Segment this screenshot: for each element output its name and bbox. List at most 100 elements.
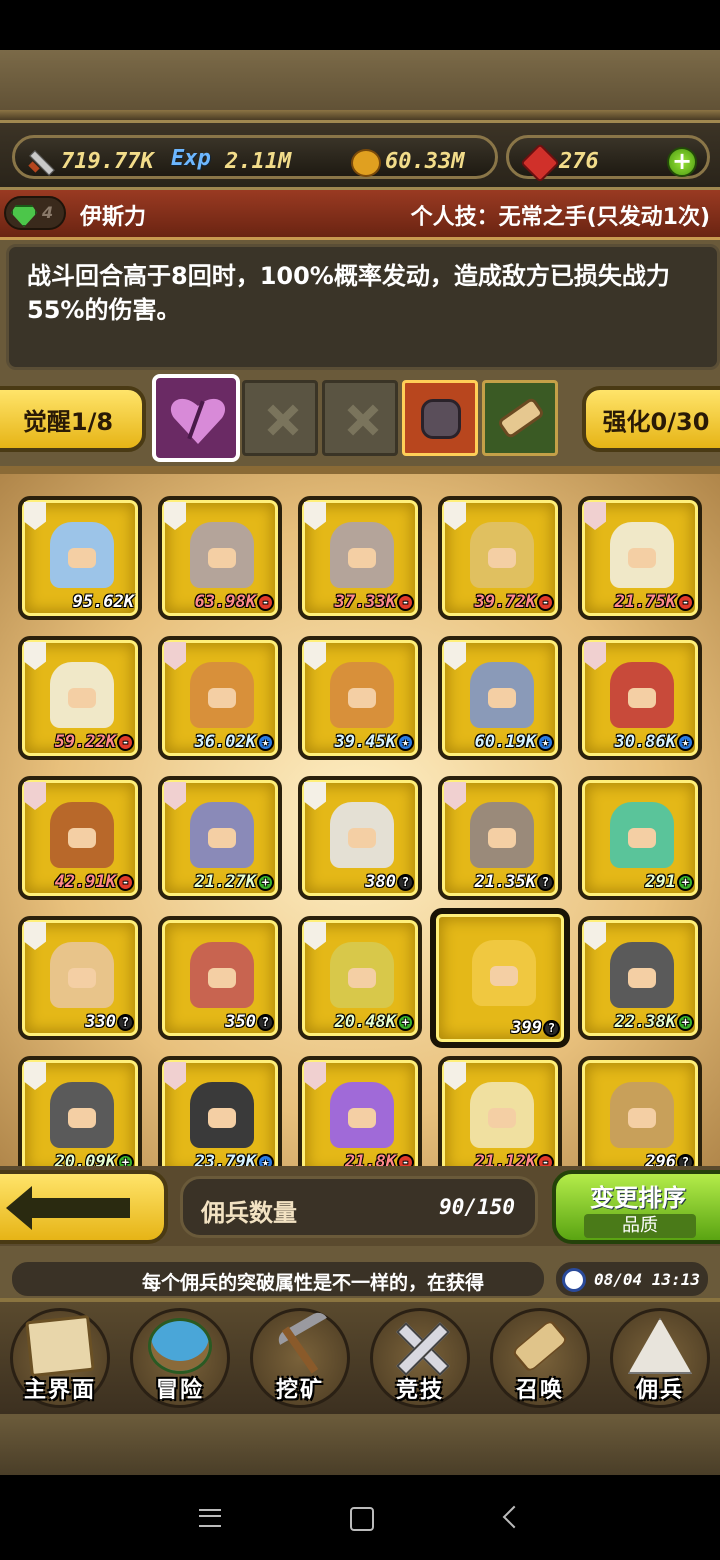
hero-card[interactable]: 42.91K - bbox=[18, 776, 142, 900]
hero-power: 37.33K - bbox=[335, 592, 414, 612]
hero-card[interactable]: 22.38K + bbox=[578, 916, 702, 1040]
paper-tag-icon bbox=[24, 642, 46, 670]
home-icon[interactable] bbox=[346, 1503, 376, 1533]
hero-portrait bbox=[330, 1082, 394, 1148]
hero-card[interactable]: 95.62K bbox=[18, 496, 142, 620]
hero-power: 36.02K ★ bbox=[195, 732, 274, 752]
hero-portrait bbox=[190, 662, 254, 728]
nav-main[interactable]: 主界面 bbox=[0, 1304, 120, 1412]
change-sort-button[interactable]: 变更排序 品质 bbox=[552, 1170, 720, 1244]
hero-portrait bbox=[470, 1082, 534, 1148]
hero-power-value: 39.45K bbox=[334, 732, 396, 752]
sort-title: 变更排序 bbox=[590, 1184, 686, 1212]
hero-element-badge: ? bbox=[397, 873, 414, 891]
hero-level: 4 bbox=[42, 203, 54, 222]
locked-slot-1[interactable] bbox=[242, 380, 318, 456]
hero-power: 22.38K + bbox=[615, 1012, 694, 1032]
gold-coin-icon bbox=[349, 146, 381, 177]
sword-tag-icon bbox=[584, 502, 606, 530]
hero-card[interactable]: 21.27K + bbox=[158, 776, 282, 900]
paper-tag-icon bbox=[584, 922, 606, 950]
hero-card[interactable]: 39.45K ★ bbox=[298, 636, 422, 760]
back-button[interactable] bbox=[0, 1170, 168, 1244]
exp-value: 2.11M bbox=[225, 148, 292, 174]
hero-portrait bbox=[330, 942, 394, 1008]
hero-card[interactable]: 23.79K ★ bbox=[158, 1056, 282, 1180]
hero-power: 350? bbox=[225, 1012, 274, 1032]
enhance-button[interactable]: 强化0/30 bbox=[582, 386, 720, 452]
exp-icon: Exp bbox=[171, 146, 211, 171]
broken-heart-slot[interactable] bbox=[152, 374, 240, 462]
hero-element-badge: + bbox=[397, 1013, 414, 1031]
hero-power: 291 + bbox=[645, 872, 694, 892]
locked-slot-2[interactable] bbox=[322, 380, 398, 456]
hero-portrait bbox=[610, 522, 674, 588]
hero-card[interactable]: 380? bbox=[298, 776, 422, 900]
count-row: 佣兵数量 90/150 变更排序 品质 bbox=[0, 1166, 720, 1246]
hero-card[interactable]: 330? bbox=[18, 916, 142, 1040]
hero-card[interactable]: 350? bbox=[158, 916, 282, 1040]
hero-card[interactable]: 21.75K - bbox=[578, 496, 702, 620]
hero-power: 21.75K - bbox=[615, 592, 694, 612]
hero-card[interactable]: 399? bbox=[430, 908, 570, 1048]
sword-icon bbox=[25, 146, 55, 176]
hero-power: 330? bbox=[85, 1012, 134, 1032]
hero-card[interactable]: 20.09K + bbox=[18, 1056, 142, 1180]
news-ticker: 每个佣兵的突破属性是不一样的，在获得 bbox=[10, 1260, 546, 1298]
gauntlet-slot[interactable] bbox=[402, 380, 478, 456]
hero-card[interactable]: 37.33K - bbox=[298, 496, 422, 620]
hero-card[interactable]: 21.8K - bbox=[298, 1056, 422, 1180]
paper-tag-icon bbox=[444, 642, 466, 670]
hero-portrait bbox=[330, 802, 394, 868]
system-nav-bar bbox=[0, 1475, 720, 1560]
awaken-button[interactable]: 觉醒1/8 bbox=[0, 386, 146, 452]
hero-power: 63.98K - bbox=[195, 592, 274, 612]
hero-portrait bbox=[330, 522, 394, 588]
attack-resource: 719.77K bbox=[25, 146, 154, 176]
sword-tag-icon bbox=[164, 642, 186, 670]
top-parchment bbox=[0, 50, 720, 120]
hero-card[interactable]: 30.86K ★ bbox=[578, 636, 702, 760]
add-ruby-button[interactable]: + bbox=[667, 147, 697, 177]
hero-power-value: 42.91K bbox=[54, 872, 116, 892]
hero-card[interactable]: 21.12K - bbox=[438, 1056, 562, 1180]
mercenary-count-panel: 佣兵数量 90/150 bbox=[180, 1176, 538, 1238]
hero-card[interactable]: 60.19K ★ bbox=[438, 636, 562, 760]
hero-card[interactable]: 296? bbox=[578, 1056, 702, 1180]
paper-tag-icon bbox=[444, 502, 466, 530]
hero-element-badge: ? bbox=[537, 873, 554, 891]
hero-card[interactable]: 39.72K - bbox=[438, 496, 562, 620]
hero-power: 59.22K - bbox=[55, 732, 134, 752]
hero-card[interactable]: 36.02K ★ bbox=[158, 636, 282, 760]
sword-tag-icon bbox=[164, 1062, 186, 1090]
hero-card[interactable]: 63.98K - bbox=[158, 496, 282, 620]
crossed-swords-icon bbox=[388, 1318, 452, 1374]
hero-power: 20.48K + bbox=[335, 1012, 414, 1032]
scroll-slot[interactable] bbox=[482, 380, 558, 456]
back-icon[interactable] bbox=[498, 1503, 528, 1533]
hero-card[interactable]: 59.22K - bbox=[18, 636, 142, 760]
hero-card[interactable]: 21.35K? bbox=[438, 776, 562, 900]
hero-element-badge: + bbox=[677, 1013, 694, 1031]
hero-name: 伊斯力 bbox=[80, 205, 147, 230]
nav-summon[interactable]: 召唤 bbox=[480, 1304, 600, 1412]
hero-power-value: 330 bbox=[85, 1012, 116, 1032]
hero-power-value: 39.72K bbox=[474, 592, 536, 612]
hero-power: 42.91K - bbox=[55, 872, 134, 892]
hero-portrait bbox=[50, 1082, 114, 1148]
ruby-value: 276 bbox=[559, 148, 599, 174]
hero-power-value: 22.38K bbox=[614, 1012, 676, 1032]
exp-resource: Exp 2.11M bbox=[171, 146, 291, 176]
hero-card[interactable]: 291 + bbox=[578, 776, 702, 900]
nav-mercenary[interactable]: 佣兵 bbox=[600, 1304, 720, 1412]
nav-adventure[interactable]: 冒险 bbox=[120, 1304, 240, 1412]
nav-arena[interactable]: 竞技 bbox=[360, 1304, 480, 1412]
hero-level-badge: 4 bbox=[4, 196, 66, 230]
recent-apps-icon[interactable] bbox=[196, 1503, 226, 1533]
nav-mining[interactable]: 挖矿 bbox=[240, 1304, 360, 1412]
hero-card[interactable]: 20.48K + bbox=[298, 916, 422, 1040]
hero-portrait bbox=[50, 802, 114, 868]
sword-tag-icon bbox=[24, 782, 46, 810]
hero-element-badge: ? bbox=[543, 1019, 560, 1037]
hero-portrait bbox=[190, 942, 254, 1008]
